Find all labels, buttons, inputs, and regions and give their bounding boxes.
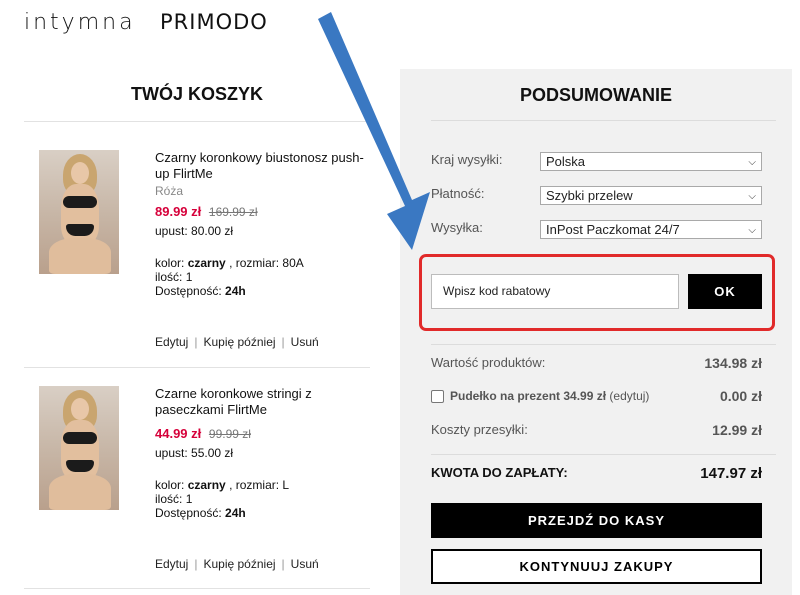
logo-intymna[interactable]: intymna [24, 10, 136, 35]
product-quantity: ilość: 1 [155, 492, 193, 506]
shipping-label: Wysyłka: [431, 220, 483, 235]
product-name[interactable]: Czarny koronkowy biustonosz push-up Flir… [155, 150, 365, 182]
shipping-select[interactable]: InPost Paczkomat 24/7 ⌵ [540, 220, 762, 239]
total-value: 147.97 zł [700, 465, 762, 482]
continue-shopping-button[interactable]: KONTYNUUJ ZAKUPY [431, 549, 762, 584]
product-discount: upust: 80.00 zł [155, 224, 234, 238]
product-price: 89.99 zł [155, 204, 202, 219]
chevron-down-icon: ⌵ [748, 191, 756, 202]
divider [431, 120, 776, 121]
product-image[interactable] [39, 150, 119, 274]
remove-link[interactable]: Usuń [291, 557, 319, 571]
product-price: 44.99 zł [155, 426, 202, 441]
total-label: KWOTA DO ZAPŁATY: [431, 465, 568, 480]
remove-link[interactable]: Usuń [291, 335, 319, 349]
edit-link[interactable]: Edytuj [155, 557, 188, 571]
chevron-down-icon: ⌵ [748, 157, 756, 168]
divider [24, 121, 370, 122]
product-image[interactable] [39, 386, 119, 510]
payment-select[interactable]: Szybki przelew ⌵ [540, 186, 762, 205]
cart-title: TWÓJ KOSZYK [130, 84, 263, 104]
country-select[interactable]: Polska ⌵ [540, 152, 762, 171]
product-actions: Edytuj | Kupię później | Usuń [155, 335, 319, 349]
divider [24, 588, 370, 589]
product-color-size: kolor: czarny , rozmiar: 80A [155, 256, 304, 270]
gift-box-checkbox[interactable] [431, 390, 444, 403]
chevron-down-icon: ⌵ [748, 225, 756, 236]
product-discount: upust: 55.00 zł [155, 446, 234, 460]
product-variant: Róża [155, 184, 184, 198]
summary-title: PODSUMOWANIE [519, 85, 672, 105]
edit-link[interactable]: Edytuj [155, 335, 188, 349]
product-availability: Dostępność: 24h [155, 506, 246, 520]
logo-primodo[interactable]: PRIMODO [160, 10, 268, 34]
cart-item: Czarny koronkowy biustonosz push-up Flir… [24, 150, 370, 370]
country-label: Kraj wysyłki: [431, 152, 503, 167]
product-name[interactable]: Czarne koronkowe stringi z paseczkami Fl… [155, 386, 365, 418]
buy-later-link[interactable]: Kupię później [203, 335, 275, 349]
products-value-label: Wartość produktów: [431, 355, 546, 370]
cart-item: Czarne koronkowe stringi z paseczkami Fl… [24, 386, 370, 595]
product-old-price: 169.99 zł [208, 205, 258, 219]
divider [431, 344, 776, 345]
gift-box-value: 0.00 zł [719, 388, 762, 404]
gift-box-label[interactable]: Pudełko na prezent 34.99 zł (edytuj) [450, 389, 649, 403]
payment-label: Płatność: [431, 186, 485, 201]
product-availability: Dostępność: 24h [155, 284, 246, 298]
promo-code-input[interactable]: Wpisz kod rabatowy [431, 274, 679, 309]
shipping-cost-value: 12.99 zł [712, 422, 762, 438]
promo-ok-button[interactable]: OK [688, 274, 762, 309]
product-old-price: 99.99 zł [208, 427, 251, 441]
product-quantity: ilość: 1 [155, 270, 193, 284]
product-color-size: kolor: czarny , rozmiar: L [155, 478, 290, 492]
divider [431, 454, 776, 455]
summary-panel: PODSUMOWANIE Kraj wysyłki: Polska ⌵ Płat… [400, 69, 792, 595]
divider [24, 367, 370, 368]
shipping-cost-label: Koszty przesyłki: [431, 422, 528, 437]
buy-later-link[interactable]: Kupię później [203, 557, 275, 571]
gift-edit-link[interactable]: (edytuj) [609, 389, 649, 403]
checkout-button[interactable]: PRZEJDŹ DO KASY [431, 503, 762, 538]
product-actions: Edytuj | Kupię później | Usuń [155, 557, 319, 571]
products-value: 134.98 zł [704, 355, 762, 371]
